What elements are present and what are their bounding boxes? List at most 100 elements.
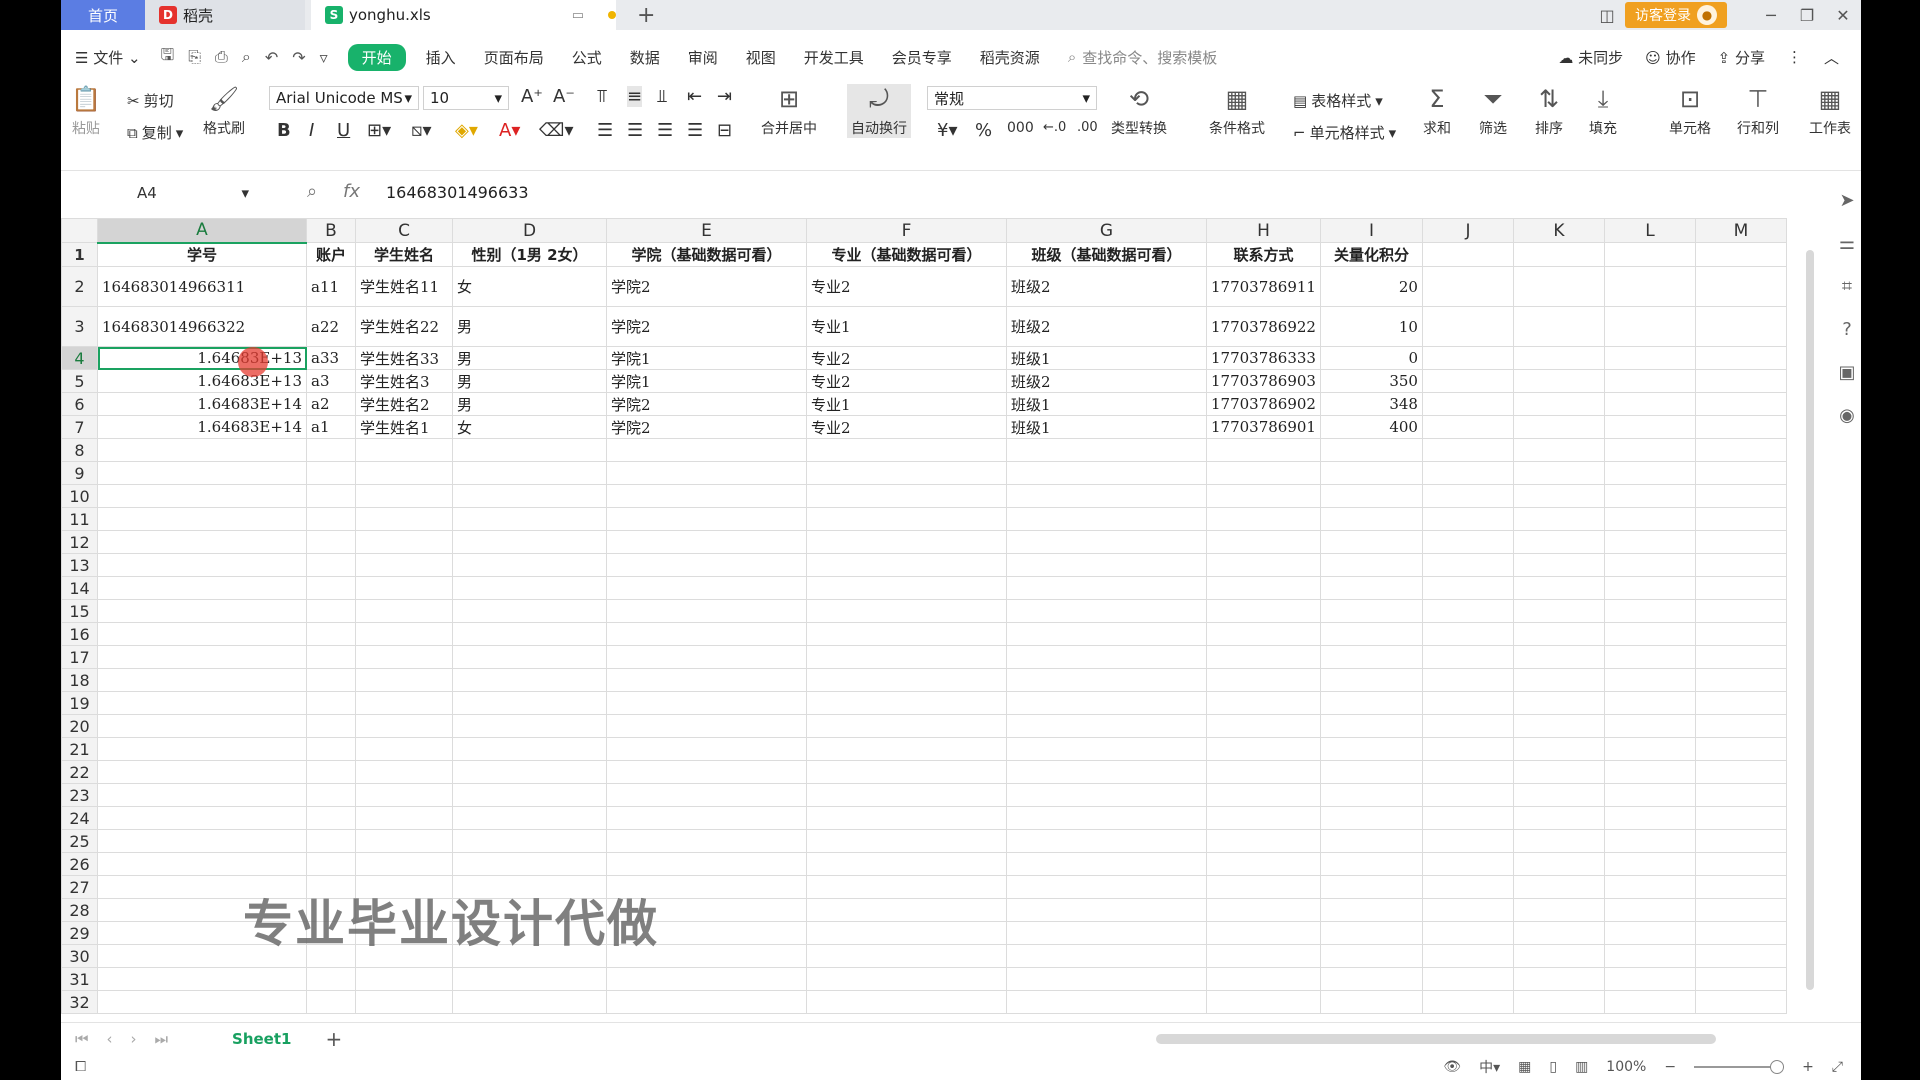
cell[interactable]: 专业（基础数据可看）: [806, 242, 1007, 267]
border-icon[interactable]: ⊞▾: [367, 120, 391, 141]
row-header[interactable]: 3: [61, 306, 98, 347]
distribute-icon[interactable]: ⊟: [717, 120, 732, 141]
layout-icon[interactable]: ◫: [1589, 6, 1625, 25]
row-header[interactable]: 22: [61, 760, 98, 784]
page-layout-view-icon[interactable]: ▯: [1549, 1059, 1557, 1075]
cell[interactable]: [355, 645, 453, 669]
function-icon[interactable]: fx: [343, 181, 360, 202]
tab-view[interactable]: 视图: [732, 47, 790, 68]
cell[interactable]: [806, 691, 1007, 715]
cell[interactable]: [1603, 306, 1696, 347]
cell[interactable]: [1006, 553, 1207, 577]
cell[interactable]: [1421, 438, 1514, 462]
cell-style-icon[interactable]: ⧅▾: [411, 120, 431, 141]
cell[interactable]: [1512, 484, 1605, 508]
cell[interactable]: [1319, 829, 1423, 853]
cell[interactable]: 学生姓名22: [355, 306, 453, 347]
horizontal-scroll-thumb[interactable]: [1156, 1034, 1716, 1044]
cell[interactable]: 班级1: [1006, 415, 1207, 439]
cell[interactable]: 1.64683E+13: [97, 369, 307, 393]
cell[interactable]: 专业2: [806, 415, 1007, 439]
cell[interactable]: 班级1: [1006, 346, 1207, 370]
cell[interactable]: [1512, 668, 1605, 692]
cell[interactable]: [355, 599, 453, 623]
cell[interactable]: 1.64683E+14: [97, 415, 307, 439]
table-style-button[interactable]: ▤ 表格样式 ▾: [1293, 90, 1383, 111]
cell[interactable]: [97, 829, 307, 853]
cell[interactable]: [1694, 760, 1787, 784]
cell[interactable]: [1206, 530, 1321, 554]
cell[interactable]: [1512, 967, 1605, 991]
cell[interactable]: [1206, 438, 1321, 462]
cell[interactable]: [306, 438, 356, 462]
cell[interactable]: [452, 691, 607, 715]
cell[interactable]: [306, 461, 356, 485]
cell[interactable]: [1694, 599, 1787, 623]
cell[interactable]: [1603, 714, 1696, 738]
cell[interactable]: [606, 461, 807, 485]
cell[interactable]: [1512, 944, 1605, 968]
cell[interactable]: [1421, 576, 1514, 600]
tab-data[interactable]: 数据: [616, 47, 674, 68]
cell[interactable]: [1694, 576, 1787, 600]
cell[interactable]: a1: [306, 415, 356, 439]
cell[interactable]: [1319, 553, 1423, 577]
cell[interactable]: [1512, 806, 1605, 830]
cell[interactable]: [1694, 806, 1787, 830]
cell[interactable]: [1421, 967, 1514, 991]
cell[interactable]: 班级2: [1006, 266, 1207, 307]
cell[interactable]: [355, 576, 453, 600]
row-header[interactable]: 32: [61, 990, 98, 1014]
cell[interactable]: [806, 806, 1007, 830]
cell[interactable]: [1421, 806, 1514, 830]
copy-button[interactable]: ⧉ 复制 ▾: [127, 122, 183, 143]
cell[interactable]: [1319, 645, 1423, 669]
cell[interactable]: 学院2: [606, 306, 807, 347]
row-header[interactable]: 8: [61, 438, 98, 462]
tab-docer[interactable]: D 稻壳: [145, 0, 305, 30]
cell[interactable]: [1319, 967, 1423, 991]
cell[interactable]: [306, 576, 356, 600]
cell[interactable]: [1319, 507, 1423, 531]
cell[interactable]: [1421, 691, 1514, 715]
cell[interactable]: [806, 990, 1007, 1014]
cell[interactable]: [1694, 622, 1787, 646]
cell[interactable]: [1603, 783, 1696, 807]
cell[interactable]: [452, 553, 607, 577]
tab-formula[interactable]: 公式: [558, 47, 616, 68]
cell[interactable]: [806, 576, 1007, 600]
cell[interactable]: [1603, 530, 1696, 554]
location-icon[interactable]: ◉: [1839, 405, 1855, 426]
cell[interactable]: 学院2: [606, 266, 807, 307]
row-header[interactable]: 13: [61, 553, 98, 577]
row-header[interactable]: 28: [61, 898, 98, 922]
cell[interactable]: [1603, 944, 1696, 968]
cell[interactable]: [1512, 392, 1605, 416]
cell[interactable]: 0: [1319, 346, 1423, 370]
cell[interactable]: [1206, 553, 1321, 577]
pointer-icon[interactable]: ➤: [1839, 190, 1854, 211]
cell[interactable]: [306, 668, 356, 692]
filter-button[interactable]: ⏷ 筛选: [1479, 84, 1507, 138]
cell[interactable]: [806, 898, 1007, 922]
cell[interactable]: [1603, 622, 1696, 646]
col-header[interactable]: A: [97, 218, 307, 244]
cell[interactable]: [452, 530, 607, 554]
cell[interactable]: [1694, 921, 1787, 945]
cell[interactable]: [1694, 266, 1787, 307]
cell[interactable]: [1512, 369, 1605, 393]
zoom-slider-knob[interactable]: [1770, 1060, 1785, 1074]
cell[interactable]: [97, 806, 307, 830]
cell[interactable]: [1006, 691, 1207, 715]
cell[interactable]: [1603, 392, 1696, 416]
redo-icon[interactable]: ↷: [292, 48, 305, 67]
font-color-icon[interactable]: A▾: [499, 120, 520, 141]
cell[interactable]: [1512, 645, 1605, 669]
tab-insert[interactable]: 插入: [412, 47, 470, 68]
row-header[interactable]: 6: [61, 392, 98, 416]
zoom-in-icon[interactable]: +: [1802, 1059, 1814, 1075]
cell[interactable]: [1319, 921, 1423, 945]
cell[interactable]: [1694, 507, 1787, 531]
cell[interactable]: [1512, 461, 1605, 485]
row-header[interactable]: 20: [61, 714, 98, 738]
